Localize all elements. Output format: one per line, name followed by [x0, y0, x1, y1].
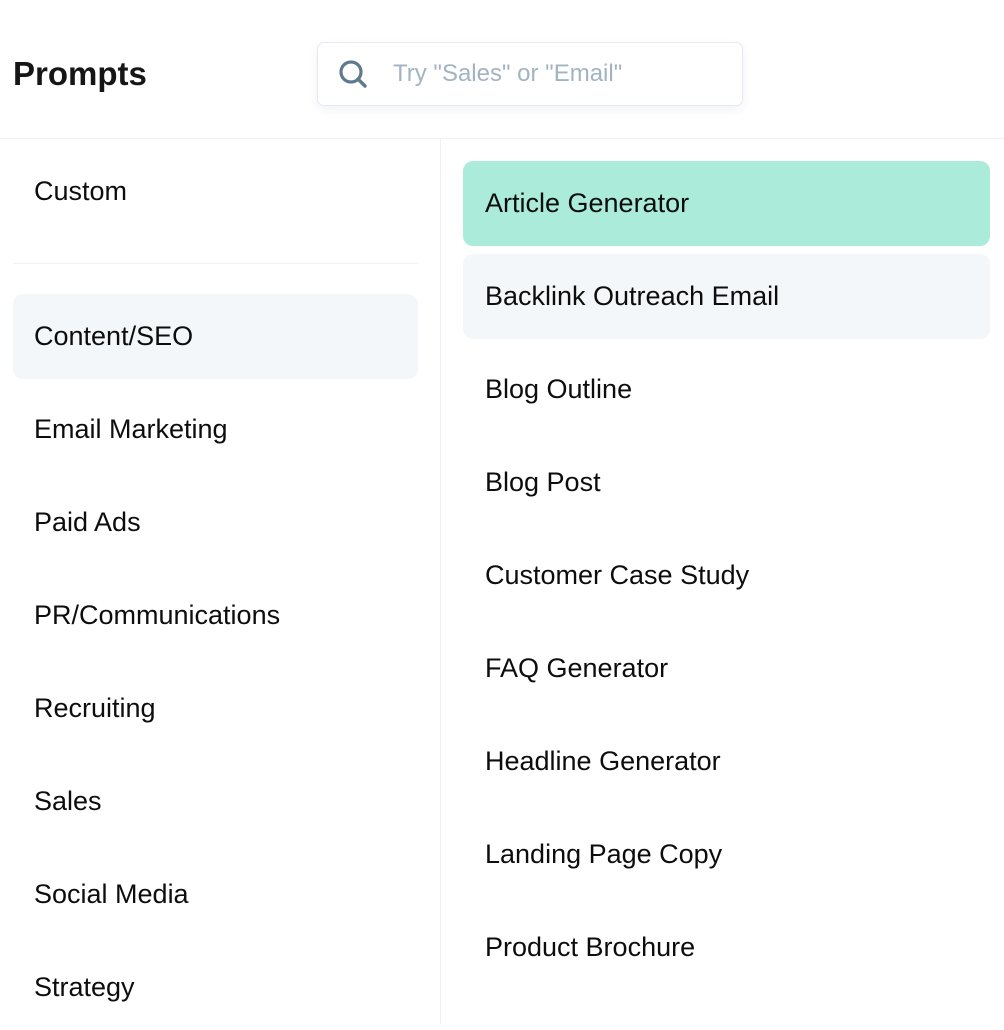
category-label: Paid Ads — [34, 507, 141, 537]
category-sidebar: Custom Content/SEO Email Marketing Paid … — [0, 139, 441, 1024]
prompt-label: Customer Case Study — [485, 560, 750, 590]
prompt-label: Headline Generator — [485, 746, 721, 776]
prompt-label: Product Brochure — [485, 932, 696, 962]
search-input[interactable] — [391, 59, 715, 89]
prompt-landing-page-copy[interactable]: Landing Page Copy — [463, 812, 990, 897]
category-divider — [13, 263, 418, 264]
category-label: Email Marketing — [34, 414, 228, 444]
prompt-faq-generator[interactable]: FAQ Generator — [463, 626, 990, 711]
prompt-label: FAQ Generator — [485, 653, 669, 683]
category-label: Social Media — [34, 879, 189, 909]
prompt-list: Article Generator Backlink Outreach Emai… — [441, 139, 1004, 1024]
category-pr-communications[interactable]: PR/Communications — [13, 573, 418, 658]
prompt-blog-post[interactable]: Blog Post — [463, 440, 990, 525]
category-email-marketing[interactable]: Email Marketing — [13, 387, 418, 472]
prompt-backlink-outreach-email[interactable]: Backlink Outreach Email — [463, 254, 990, 339]
category-label: Sales — [34, 786, 102, 816]
prompt-blog-outline[interactable]: Blog Outline — [463, 347, 990, 432]
prompt-label: Backlink Outreach Email — [485, 281, 780, 311]
prompt-customer-case-study[interactable]: Customer Case Study — [463, 533, 990, 618]
search-icon — [337, 58, 369, 90]
category-label: PR/Communications — [34, 600, 281, 630]
header: Prompts — [0, 0, 1004, 139]
prompt-article-generator[interactable]: Article Generator — [463, 161, 990, 246]
category-label: Recruiting — [34, 693, 156, 723]
prompt-label: Blog Post — [485, 467, 601, 497]
category-content-seo[interactable]: Content/SEO — [13, 294, 418, 379]
category-sales[interactable]: Sales — [13, 759, 418, 844]
category-label: Custom — [34, 176, 128, 206]
prompt-headline-generator[interactable]: Headline Generator — [463, 719, 990, 804]
category-label: Strategy — [34, 972, 135, 1002]
prompt-label: Landing Page Copy — [485, 839, 723, 869]
search-box[interactable] — [317, 42, 743, 106]
category-strategy[interactable]: Strategy — [13, 945, 418, 1030]
category-social-media[interactable]: Social Media — [13, 852, 418, 937]
category-label: Content/SEO — [34, 321, 194, 351]
prompt-label: Article Generator — [485, 188, 690, 218]
category-custom[interactable]: Custom — [13, 149, 418, 234]
prompt-product-brochure[interactable]: Product Brochure — [463, 905, 990, 990]
category-recruiting[interactable]: Recruiting — [13, 666, 418, 751]
category-paid-ads[interactable]: Paid Ads — [13, 480, 418, 565]
prompt-label: Blog Outline — [485, 374, 633, 404]
page-title: Prompts — [13, 55, 147, 92]
